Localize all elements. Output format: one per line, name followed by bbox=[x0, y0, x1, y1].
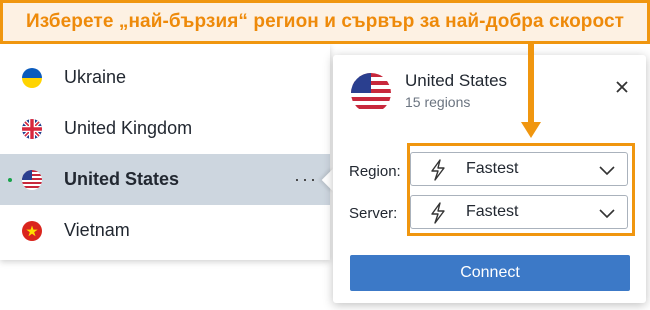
country-row-ukraine[interactable]: Ukraine bbox=[0, 52, 330, 103]
country-row-united-states[interactable]: United States ··· bbox=[0, 154, 330, 205]
panel-subtitle: 15 regions bbox=[405, 94, 471, 110]
country-name: United States bbox=[64, 169, 180, 189]
country-row-united-kingdom[interactable]: United Kingdom bbox=[0, 103, 330, 154]
us-flag-icon bbox=[22, 169, 42, 190]
country-list: Ukraine United Kingdom United States ···… bbox=[0, 44, 330, 260]
us-flag-icon bbox=[351, 73, 391, 113]
country-name: United Kingdom bbox=[64, 118, 193, 138]
panel-title: United States bbox=[405, 71, 508, 90]
region-label: Region: bbox=[349, 163, 401, 180]
country-name: Vietnam bbox=[64, 220, 130, 240]
vietnam-flag-icon bbox=[22, 220, 42, 241]
uk-flag-icon bbox=[22, 118, 42, 139]
instruction-banner: Изберете „най-бързия“ регион и сървър за… bbox=[0, 0, 650, 44]
banner-text: Изберете „най-бързия“ регион и сървър за… bbox=[25, 11, 625, 32]
more-options-icon[interactable]: ··· bbox=[294, 169, 318, 190]
ukraine-flag-icon bbox=[22, 67, 42, 88]
server-label: Server: bbox=[349, 205, 398, 222]
close-icon[interactable] bbox=[614, 79, 630, 95]
country-row-vietnam[interactable]: Vietnam bbox=[0, 205, 330, 256]
annotation-arrow-head bbox=[521, 122, 541, 138]
connection-status-dot bbox=[8, 177, 12, 182]
connect-button[interactable]: Connect bbox=[350, 255, 630, 291]
highlight-box bbox=[407, 143, 635, 236]
annotation-arrow-shaft bbox=[528, 44, 534, 124]
country-name: Ukraine bbox=[64, 67, 127, 87]
